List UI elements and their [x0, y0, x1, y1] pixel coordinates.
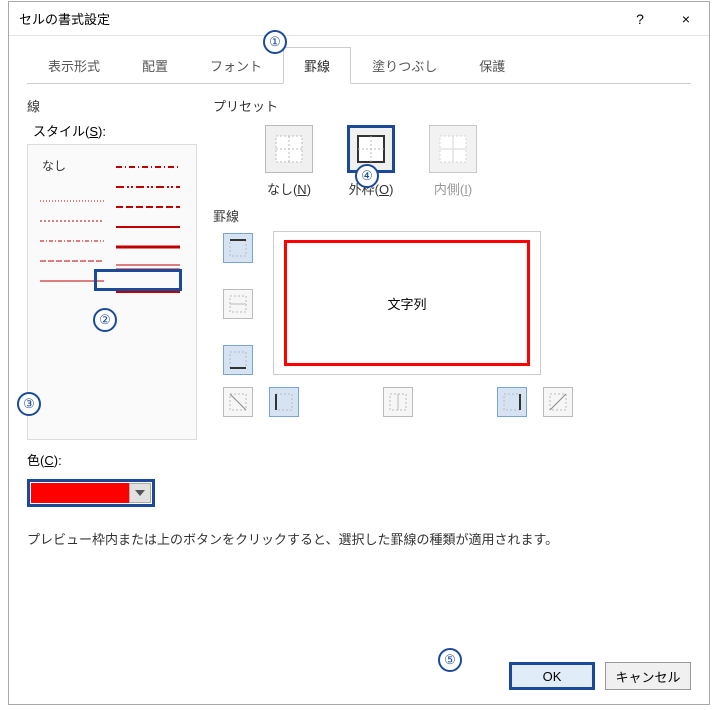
border-section-label: 罫線	[213, 206, 691, 225]
style-swatch[interactable]	[116, 237, 180, 257]
border-left-button[interactable]	[269, 387, 299, 417]
callout-1: ①	[263, 30, 287, 54]
border-bottom-button[interactable]	[223, 345, 253, 375]
callout-4: ④	[355, 164, 379, 188]
style-swatch[interactable]	[116, 217, 180, 237]
format-cells-dialog: セルの書式設定 ? × 表示形式 配置 フォント 罫線 塗りつぶし 保護 線 ス…	[8, 1, 710, 705]
close-button[interactable]: ×	[663, 2, 709, 36]
style-swatch[interactable]	[40, 251, 104, 271]
grid-outline-icon	[357, 135, 385, 163]
border-top-button[interactable]	[223, 233, 253, 263]
diag-down-icon	[228, 392, 248, 412]
main-area: 線 スタイル(S): なし	[27, 96, 691, 507]
line-column: 線 スタイル(S): なし	[27, 96, 197, 507]
border-top-icon	[228, 238, 248, 258]
style-swatch[interactable]	[116, 177, 180, 197]
chevron-down-icon	[135, 490, 145, 496]
ok-button[interactable]: OK	[509, 662, 595, 690]
titlebar: セルの書式設定 ? ×	[9, 2, 709, 36]
style-swatch[interactable]	[116, 197, 180, 217]
tab-fill[interactable]: 塗りつぶし	[351, 47, 458, 84]
tab-strip: 表示形式 配置 フォント 罫線 塗りつぶし 保護	[27, 46, 691, 84]
tab-border[interactable]: 罫線	[283, 47, 351, 84]
preview-text: 文字列	[387, 294, 426, 313]
border-bottom-icon	[228, 350, 248, 370]
preset-inside-button[interactable]	[429, 125, 477, 173]
preset-none-button[interactable]	[265, 125, 313, 173]
border-grid: 文字列	[213, 231, 691, 431]
cancel-button[interactable]: キャンセル	[605, 662, 691, 690]
style-list[interactable]: なし	[27, 144, 197, 440]
tab-alignment[interactable]: 配置	[121, 47, 189, 84]
preset-section-label: プリセット	[213, 96, 691, 115]
right-column: プリセット なし(N)	[213, 96, 691, 507]
hint-text: プレビュー枠内または上のボタンをクリックすると、選択した罫線の種類が適用されます…	[27, 529, 691, 548]
border-middle-v-button[interactable]	[383, 387, 413, 417]
border-diag-up-button[interactable]	[543, 387, 573, 417]
preset-row: なし(N) 外枠(O)	[265, 125, 691, 198]
border-left-icon	[274, 392, 294, 412]
style-swatch[interactable]	[40, 231, 104, 251]
color-dropdown-button[interactable]	[129, 483, 151, 503]
preset-inside: 内側(I)	[429, 125, 477, 198]
grid-none-icon	[275, 135, 303, 163]
callout-2: ②	[93, 308, 117, 332]
border-mid-h-icon	[228, 294, 248, 314]
style-swatch[interactable]	[40, 211, 104, 231]
preset-inside-label: 内側(I)	[434, 179, 472, 198]
border-diag-down-button[interactable]	[223, 387, 253, 417]
color-label: 色(C):	[27, 450, 197, 469]
border-middle-h-button[interactable]	[223, 289, 253, 319]
style-lines	[38, 155, 186, 429]
border-preview-inner: 文字列	[284, 240, 530, 366]
dialog-footer: OK キャンセル	[509, 662, 691, 690]
dialog-title: セルの書式設定	[19, 9, 617, 28]
style-selection-highlight	[94, 269, 182, 291]
tab-protection[interactable]: 保護	[458, 47, 526, 84]
tab-number[interactable]: 表示形式	[27, 47, 121, 84]
dialog-content: 表示形式 配置 フォント 罫線 塗りつぶし 保護 線 スタイル(S): なし	[9, 36, 709, 704]
callout-5: ⑤	[438, 648, 462, 672]
preset-none: なし(N)	[265, 125, 313, 198]
preset-none-label: なし(N)	[267, 179, 311, 198]
diag-up-icon	[548, 392, 568, 412]
color-swatch	[31, 483, 129, 503]
border-preview[interactable]: 文字列	[273, 231, 541, 375]
help-button[interactable]: ?	[617, 2, 663, 36]
border-right-icon	[502, 392, 522, 412]
grid-inside-icon	[439, 135, 467, 163]
line-section-label: 線	[27, 96, 197, 115]
style-swatch[interactable]	[116, 157, 180, 177]
style-label: スタイル(S):	[33, 121, 197, 140]
callout-3: ③	[17, 392, 41, 416]
border-mid-v-icon	[388, 392, 408, 412]
style-swatch[interactable]	[40, 191, 104, 211]
color-row	[27, 479, 197, 507]
border-area: 罫線	[213, 206, 691, 431]
border-right-button[interactable]	[497, 387, 527, 417]
color-picker[interactable]	[27, 479, 155, 507]
